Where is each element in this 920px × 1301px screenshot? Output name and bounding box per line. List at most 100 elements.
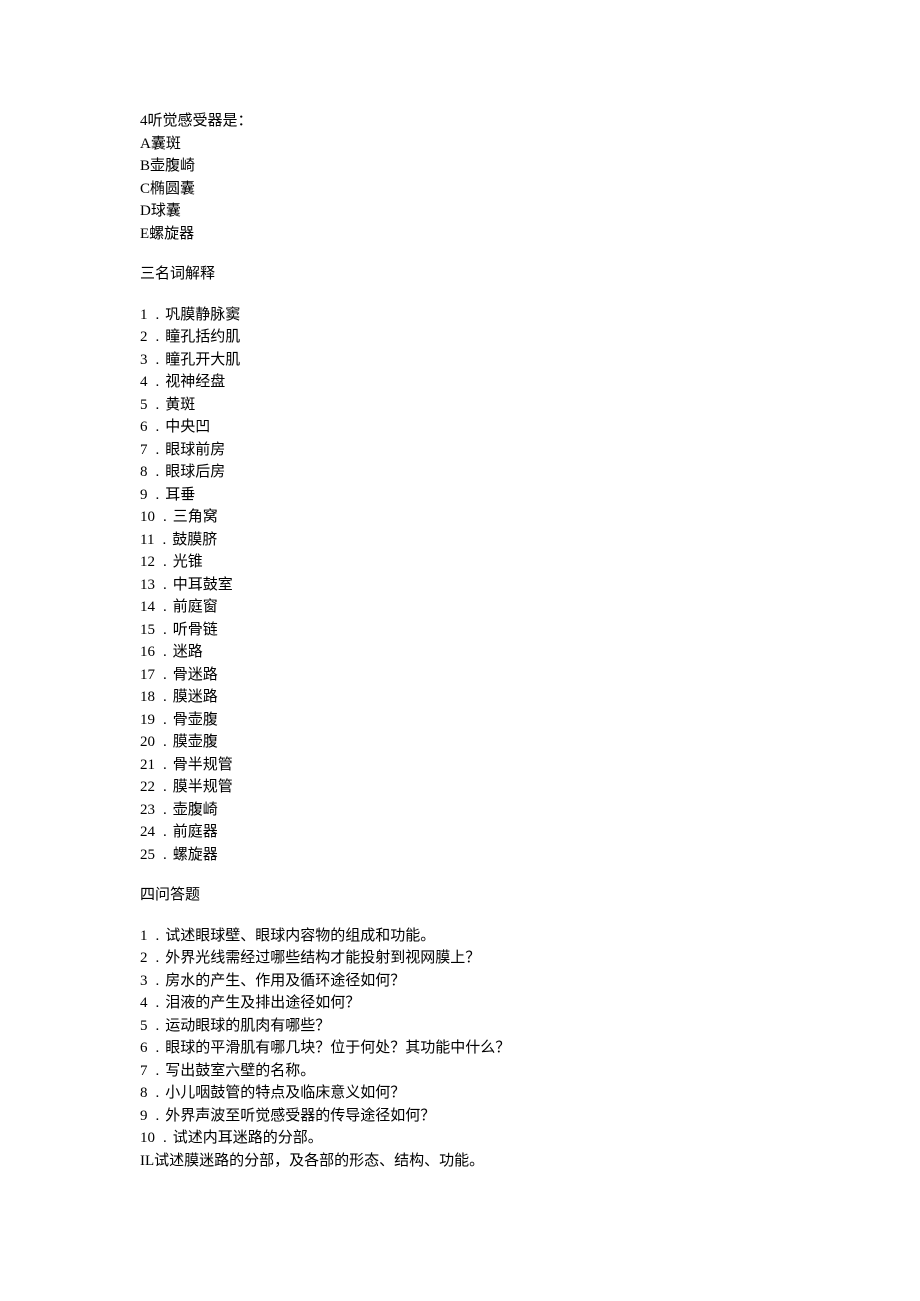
term-text: 鼓膜脐 bbox=[172, 529, 217, 552]
term-item: 2.瞳孔括约肌 bbox=[140, 326, 920, 349]
term-text: 黄斑 bbox=[165, 394, 195, 417]
item-number: 21 bbox=[140, 754, 155, 777]
dot-separator: . bbox=[155, 844, 173, 867]
dot-separator: . bbox=[155, 799, 173, 822]
dot-separator: . bbox=[148, 1015, 166, 1038]
term-text: 瞳孔开大肌 bbox=[165, 349, 240, 372]
term-text: 视神经盘 bbox=[165, 371, 225, 394]
item-number: 1 bbox=[140, 304, 148, 327]
dot-separator: . bbox=[155, 1127, 173, 1150]
term-text: 三角窝 bbox=[173, 506, 218, 529]
dot-separator: . bbox=[148, 349, 166, 372]
question-text: 外界光线需经过哪些结构才能投射到视网膜上？ bbox=[165, 947, 480, 970]
dot-separator: . bbox=[148, 416, 166, 439]
term-text: 瞳孔括约肌 bbox=[165, 326, 240, 349]
question-item: 5.运动眼球的肌肉有哪些？ bbox=[140, 1015, 920, 1038]
question-text: 泪液的产生及排出途径如何？ bbox=[165, 992, 360, 1015]
term-text: 骨壶腹 bbox=[173, 709, 218, 732]
section-3-list: 1.巩膜静脉窦2.瞳孔括约肌3.瞳孔开大肌4.视神经盘5.黄斑6.中央凹7.眼球… bbox=[140, 304, 920, 867]
item-number: 5 bbox=[140, 394, 148, 417]
item-number: 1 bbox=[140, 925, 148, 948]
term-text: 膜迷路 bbox=[173, 686, 218, 709]
term-item: 24.前庭器 bbox=[140, 821, 920, 844]
term-text: 耳垂 bbox=[165, 484, 195, 507]
term-item: 3.瞳孔开大肌 bbox=[140, 349, 920, 372]
item-number: 14 bbox=[140, 596, 155, 619]
term-text: 巩膜静脉窦 bbox=[165, 304, 240, 327]
dot-separator: . bbox=[148, 1037, 166, 1060]
term-text: 骨迷路 bbox=[173, 664, 218, 687]
term-text: 中央凹 bbox=[165, 416, 210, 439]
dot-separator: . bbox=[155, 574, 173, 597]
section-4-list: 1.试述眼球壁、眼球内容物的组成和功能。2.外界光线需经过哪些结构才能投射到视网… bbox=[140, 925, 920, 1173]
term-text: 眼球后房 bbox=[165, 461, 225, 484]
item-number: 7 bbox=[140, 439, 148, 462]
term-item: 6.中央凹 bbox=[140, 416, 920, 439]
item-number: 8 bbox=[140, 461, 148, 484]
dot-separator: . bbox=[148, 1060, 166, 1083]
item-number: 3 bbox=[140, 349, 148, 372]
term-text: 膜半规管 bbox=[173, 776, 233, 799]
question-text: 写出鼓室六壁的名称。 bbox=[165, 1060, 315, 1083]
term-text: 骨半规管 bbox=[173, 754, 233, 777]
term-text: 中耳鼓室 bbox=[173, 574, 233, 597]
term-text: 眼球前房 bbox=[165, 439, 225, 462]
term-item: 5.黄斑 bbox=[140, 394, 920, 417]
dot-separator: . bbox=[148, 1105, 166, 1128]
question-item: 7.写出鼓室六壁的名称。 bbox=[140, 1060, 920, 1083]
section-3-title: 三名词解释 bbox=[140, 263, 920, 286]
question-item: 4.泪液的产生及排出途径如何？ bbox=[140, 992, 920, 1015]
question-tail: IL试述膜迷路的分部，及各部的形态、结构、功能。 bbox=[140, 1150, 920, 1173]
item-number: 12 bbox=[140, 551, 155, 574]
item-number: 19 bbox=[140, 709, 155, 732]
document-page: 4听觉感受器是： A囊斑 B壶腹崎 C椭圆囊 D球囊 E螺旋器 三名词解释 1.… bbox=[0, 0, 920, 1301]
question-item: 1.试述眼球壁、眼球内容物的组成和功能。 bbox=[140, 925, 920, 948]
option-d: D球囊 bbox=[140, 200, 920, 223]
question-text: 房水的产生、作用及循环途径如何？ bbox=[165, 970, 405, 993]
question-item: 8.小儿咽鼓管的特点及临床意义如何？ bbox=[140, 1082, 920, 1105]
dot-separator: . bbox=[148, 371, 166, 394]
term-item: 18.膜迷路 bbox=[140, 686, 920, 709]
dot-separator: . bbox=[148, 1082, 166, 1105]
item-number: 9 bbox=[140, 1105, 148, 1128]
dot-separator: . bbox=[155, 821, 173, 844]
term-item: 14.前庭窗 bbox=[140, 596, 920, 619]
item-number: 6 bbox=[140, 416, 148, 439]
term-item: 16.迷路 bbox=[140, 641, 920, 664]
question-text: 眼球的平滑肌有哪几块？位于何处？其功能中什么？ bbox=[165, 1037, 510, 1060]
item-number: 18 bbox=[140, 686, 155, 709]
dot-separator: . bbox=[155, 664, 173, 687]
item-number: 2 bbox=[140, 326, 148, 349]
dot-separator: . bbox=[148, 461, 166, 484]
term-item: 19.骨壶腹 bbox=[140, 709, 920, 732]
term-item: 13.中耳鼓室 bbox=[140, 574, 920, 597]
dot-separator: . bbox=[155, 754, 173, 777]
dot-separator: . bbox=[148, 992, 166, 1015]
option-e: E螺旋器 bbox=[140, 223, 920, 246]
item-number: 16 bbox=[140, 641, 155, 664]
dot-separator: . bbox=[155, 686, 173, 709]
dot-separator: . bbox=[148, 970, 166, 993]
term-text: 前庭器 bbox=[173, 821, 218, 844]
dot-separator: . bbox=[155, 641, 173, 664]
question-text: 试述内耳迷路的分部。 bbox=[173, 1127, 323, 1150]
term-item: 4.视神经盘 bbox=[140, 371, 920, 394]
term-text: 壶腹崎 bbox=[173, 799, 218, 822]
item-number: 2 bbox=[140, 947, 148, 970]
term-text: 膜壶腹 bbox=[173, 731, 218, 754]
dot-separator: . bbox=[155, 551, 173, 574]
dot-separator: . bbox=[155, 619, 173, 642]
dot-separator: . bbox=[155, 709, 173, 732]
question-item: 3.房水的产生、作用及循环途径如何？ bbox=[140, 970, 920, 993]
option-c: C椭圆囊 bbox=[140, 178, 920, 201]
dot-separator: . bbox=[154, 529, 172, 552]
dot-separator: . bbox=[155, 506, 173, 529]
section-4-title: 四问答题 bbox=[140, 884, 920, 907]
question-item: 9.外界声波至听觉感受器的传导途径如何？ bbox=[140, 1105, 920, 1128]
dot-separator: . bbox=[155, 731, 173, 754]
term-text: 螺旋器 bbox=[173, 844, 218, 867]
item-number: 23 bbox=[140, 799, 155, 822]
dot-separator: . bbox=[148, 304, 166, 327]
term-item: 7.眼球前房 bbox=[140, 439, 920, 462]
option-a: A囊斑 bbox=[140, 133, 920, 156]
